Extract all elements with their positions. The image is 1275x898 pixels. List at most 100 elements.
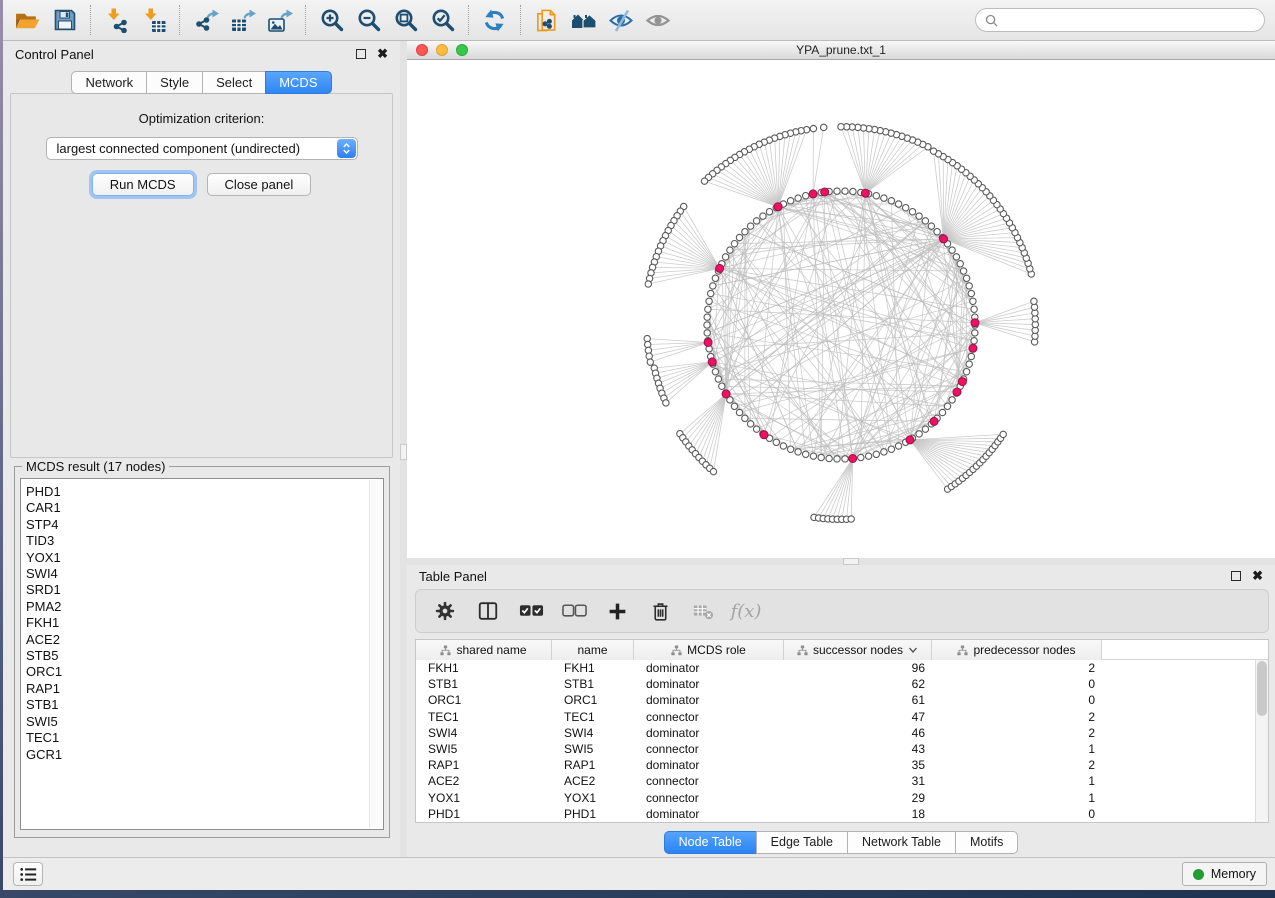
mcds-result-item[interactable]: TID3 xyxy=(26,533,383,549)
table-row[interactable]: PHD1PHD1dominator180 xyxy=(416,806,1255,822)
tab-select[interactable]: Select xyxy=(202,71,266,94)
tab-style[interactable]: Style xyxy=(146,71,203,94)
table-cell: 1 xyxy=(932,741,1102,757)
network-titlebar: YPA_prune.txt_1 xyxy=(407,41,1275,60)
select-all-icon[interactable] xyxy=(518,598,544,624)
mcds-result-item[interactable]: ACE2 xyxy=(26,632,383,648)
tab-edge-table[interactable]: Edge Table xyxy=(756,831,848,854)
divider-grip-icon[interactable] xyxy=(400,444,407,460)
clone-network-icon[interactable] xyxy=(528,3,565,37)
tab-network[interactable]: Network xyxy=(71,71,147,94)
tab-mcds[interactable]: MCDS xyxy=(265,71,331,94)
optimization-criterion-label: Optimization criterion: xyxy=(11,111,392,126)
mcds-result-item[interactable]: SWI4 xyxy=(26,566,383,582)
zoom-selected-icon[interactable] xyxy=(424,3,461,37)
header-filler xyxy=(1102,640,1268,659)
import-table-icon[interactable] xyxy=(135,3,172,37)
mcds-result-item[interactable]: STB1 xyxy=(26,697,383,713)
toolbar-separator xyxy=(520,5,521,35)
table-row[interactable]: SWI4SWI4dominator462 xyxy=(416,725,1255,741)
save-session-icon[interactable] xyxy=(46,3,83,37)
control-panel-titlebar: Control Panel ✖ xyxy=(3,41,400,67)
table-cell: SWI4 xyxy=(416,725,552,741)
export-table-icon[interactable] xyxy=(224,3,261,37)
deselect-all-icon[interactable] xyxy=(561,598,587,624)
mcds-result-list[interactable]: PHD1CAR1STP4TID3YOX1SWI4SRD1PMA2FKH1ACE2… xyxy=(20,478,384,830)
table-cell: ORC1 xyxy=(552,692,634,708)
mcds-result-item[interactable]: SWI5 xyxy=(26,714,383,730)
mcds-result-item[interactable]: RAP1 xyxy=(26,681,383,697)
search-icon xyxy=(985,14,998,27)
mcds-result-item[interactable]: GCR1 xyxy=(26,747,383,763)
table-row[interactable]: YOX1YOX1connector291 xyxy=(416,790,1255,806)
column-header-shared-name[interactable]: shared name xyxy=(416,640,552,660)
table-cell: ORC1 xyxy=(416,692,552,708)
close-panel-icon[interactable]: ✖ xyxy=(1252,571,1263,581)
task-history-button[interactable] xyxy=(13,862,43,886)
show-home-icon[interactable] xyxy=(565,3,602,37)
search-box[interactable] xyxy=(975,8,1265,32)
result-scrollbar[interactable] xyxy=(369,480,382,828)
export-image-icon[interactable] xyxy=(261,3,298,37)
criterion-select[interactable]: largest connected component (undirected) xyxy=(46,137,358,160)
close-panel-button[interactable]: Close panel xyxy=(207,173,312,196)
columns-icon[interactable] xyxy=(475,598,501,624)
column-header-name[interactable]: name xyxy=(552,640,634,660)
mcds-result-item[interactable]: PHD1 xyxy=(26,484,383,500)
column-header-predecessor-nodes[interactable]: predecessor nodes xyxy=(932,640,1102,660)
mcds-result-item[interactable]: STP4 xyxy=(26,517,383,533)
refresh-view-icon[interactable] xyxy=(476,3,513,37)
run-mcds-button[interactable]: Run MCDS xyxy=(92,173,194,196)
table-cell: YOX1 xyxy=(416,790,552,806)
open-folder-icon[interactable] xyxy=(9,3,46,37)
table-row[interactable]: ACE2ACE2connector311 xyxy=(416,773,1255,789)
settings-icon[interactable] xyxy=(432,598,458,624)
tab-node-table[interactable]: Node Table xyxy=(664,831,757,854)
zoom-in-icon[interactable] xyxy=(313,3,350,37)
network-canvas[interactable] xyxy=(407,60,1275,558)
float-panel-icon[interactable] xyxy=(1231,571,1241,581)
scrollbar-thumb[interactable] xyxy=(1257,661,1267,716)
mcds-result-item[interactable]: YOX1 xyxy=(26,550,383,566)
table-cell: 0 xyxy=(932,806,1102,822)
float-panel-icon[interactable] xyxy=(356,49,366,59)
table-row[interactable]: TEC1TEC1connector472 xyxy=(416,709,1255,725)
zoom-fit-icon[interactable] xyxy=(387,3,424,37)
add-row-icon[interactable] xyxy=(604,598,630,624)
table-cell: dominator xyxy=(634,660,784,676)
table-scrollbar[interactable] xyxy=(1255,660,1268,822)
network-panel: YPA_prune.txt_1 xyxy=(407,41,1275,558)
toolbar-separator xyxy=(468,5,469,35)
table-row[interactable]: RAP1RAP1dominator352 xyxy=(416,757,1255,773)
mcds-result-item[interactable]: ORC1 xyxy=(26,664,383,680)
delete-row-icon[interactable] xyxy=(647,598,673,624)
table-row[interactable]: FKH1FKH1dominator962 xyxy=(416,660,1255,676)
column-header-mcds-role[interactable]: MCDS role xyxy=(634,640,784,660)
divider-grip-icon[interactable] xyxy=(843,558,859,565)
network-title: YPA_prune.txt_1 xyxy=(407,43,1275,57)
import-network-icon[interactable] xyxy=(98,3,135,37)
table-row[interactable]: ORC1ORC1dominator610 xyxy=(416,692,1255,708)
hide-view-icon[interactable] xyxy=(602,3,639,37)
mcds-result-item[interactable]: SRD1 xyxy=(26,582,383,598)
table-row[interactable]: SWI5SWI5connector431 xyxy=(416,741,1255,757)
mcds-result-item[interactable]: CAR1 xyxy=(26,500,383,516)
mcds-result-item[interactable]: TEC1 xyxy=(26,730,383,746)
horizontal-split-divider[interactable] xyxy=(407,558,1275,565)
mcds-result-item[interactable]: STB5 xyxy=(26,648,383,664)
close-panel-icon[interactable]: ✖ xyxy=(377,49,388,59)
vertical-split-divider[interactable] xyxy=(400,41,407,857)
export-network-icon[interactable] xyxy=(187,3,224,37)
search-input[interactable] xyxy=(1004,13,1254,28)
tab-motifs[interactable]: Motifs xyxy=(955,831,1018,854)
select-stepper-icon xyxy=(337,139,356,158)
table-cell: dominator xyxy=(634,692,784,708)
mcds-result-item[interactable]: PMA2 xyxy=(26,599,383,615)
tab-network-table[interactable]: Network Table xyxy=(847,831,956,854)
memory-button[interactable]: Memory xyxy=(1182,862,1267,886)
column-header-successor-nodes[interactable]: successor nodes xyxy=(784,640,932,660)
zoom-out-icon[interactable] xyxy=(350,3,387,37)
table-cell: TEC1 xyxy=(552,709,634,725)
table-row[interactable]: STB1STB1dominator620 xyxy=(416,676,1255,692)
mcds-result-item[interactable]: FKH1 xyxy=(26,615,383,631)
